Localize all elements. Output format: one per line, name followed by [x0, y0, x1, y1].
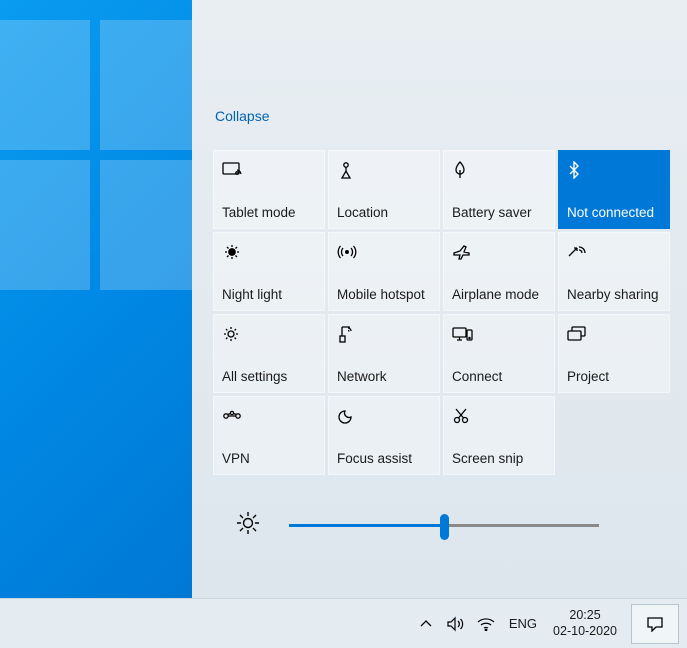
night-light-icon	[222, 241, 318, 263]
tile-label: Screen snip	[452, 450, 548, 468]
tile-project[interactable]: Project	[558, 314, 670, 393]
language-indicator[interactable]: ENG	[503, 616, 543, 631]
brightness-slider[interactable]	[289, 514, 599, 538]
focus-assist-icon	[337, 405, 433, 427]
tile-label: Not connected	[567, 204, 663, 222]
tile-label: All settings	[222, 368, 318, 386]
notifications-button[interactable]	[631, 604, 679, 644]
slider-thumb[interactable]	[440, 514, 449, 540]
tablet-mode-icon	[222, 159, 318, 181]
airplane-mode-icon	[452, 241, 548, 263]
tile-network[interactable]: Network	[328, 314, 440, 393]
tile-tablet-mode[interactable]: Tablet mode	[213, 150, 325, 229]
network-icon	[337, 323, 433, 345]
tile-label: VPN	[222, 450, 318, 468]
tray-overflow-button[interactable]	[413, 609, 439, 639]
taskbar: ENG 20:25 02-10-2020	[0, 598, 687, 648]
quick-action-tiles: Tablet mode Location Battery saver Not c…	[213, 150, 673, 478]
tile-all-settings[interactable]: All settings	[213, 314, 325, 393]
wifi-icon[interactable]	[473, 609, 499, 639]
tile-label: Airplane mode	[452, 286, 548, 304]
tile-airplane-mode[interactable]: Airplane mode	[443, 232, 555, 311]
clock-date: 02-10-2020	[553, 624, 617, 640]
tile-mobile-hotspot[interactable]: Mobile hotspot	[328, 232, 440, 311]
tile-nearby-sharing[interactable]: Nearby sharing	[558, 232, 670, 311]
screen-snip-icon	[452, 405, 548, 427]
tile-label: Tablet mode	[222, 204, 318, 222]
brightness-control	[235, 510, 635, 541]
mobile-hotspot-icon	[337, 241, 433, 263]
connect-icon	[452, 323, 548, 345]
tile-focus-assist[interactable]: Focus assist	[328, 396, 440, 475]
desktop-background	[0, 0, 192, 598]
tile-location[interactable]: Location	[328, 150, 440, 229]
tile-label: Location	[337, 204, 433, 222]
collapse-link[interactable]: Collapse	[215, 108, 269, 124]
tile-connect[interactable]: Connect	[443, 314, 555, 393]
tile-label: Night light	[222, 286, 318, 304]
brightness-icon	[235, 510, 261, 541]
clock[interactable]: 20:25 02-10-2020	[547, 608, 623, 639]
slider-fill	[289, 524, 444, 527]
tile-screen-snip[interactable]: Screen snip	[443, 396, 555, 475]
tile-label: Mobile hotspot	[337, 286, 433, 304]
battery-saver-icon	[452, 159, 548, 181]
settings-icon	[222, 323, 318, 345]
location-icon	[337, 159, 433, 181]
tile-battery-saver[interactable]: Battery saver	[443, 150, 555, 229]
vpn-icon	[222, 405, 318, 427]
tile-label: Network	[337, 368, 433, 386]
tile-label: Connect	[452, 368, 548, 386]
volume-icon[interactable]	[443, 609, 469, 639]
clock-time: 20:25	[553, 608, 617, 624]
tile-night-light[interactable]: Night light	[213, 232, 325, 311]
tile-label: Focus assist	[337, 450, 433, 468]
tile-label: Battery saver	[452, 204, 548, 222]
tile-label: Project	[567, 368, 663, 386]
nearby-sharing-icon	[567, 241, 663, 263]
bluetooth-icon	[567, 159, 663, 181]
project-icon	[567, 323, 663, 345]
tile-vpn[interactable]: VPN	[213, 396, 325, 475]
tile-bluetooth[interactable]: Not connected	[558, 150, 670, 229]
tile-label: Nearby sharing	[567, 286, 663, 304]
